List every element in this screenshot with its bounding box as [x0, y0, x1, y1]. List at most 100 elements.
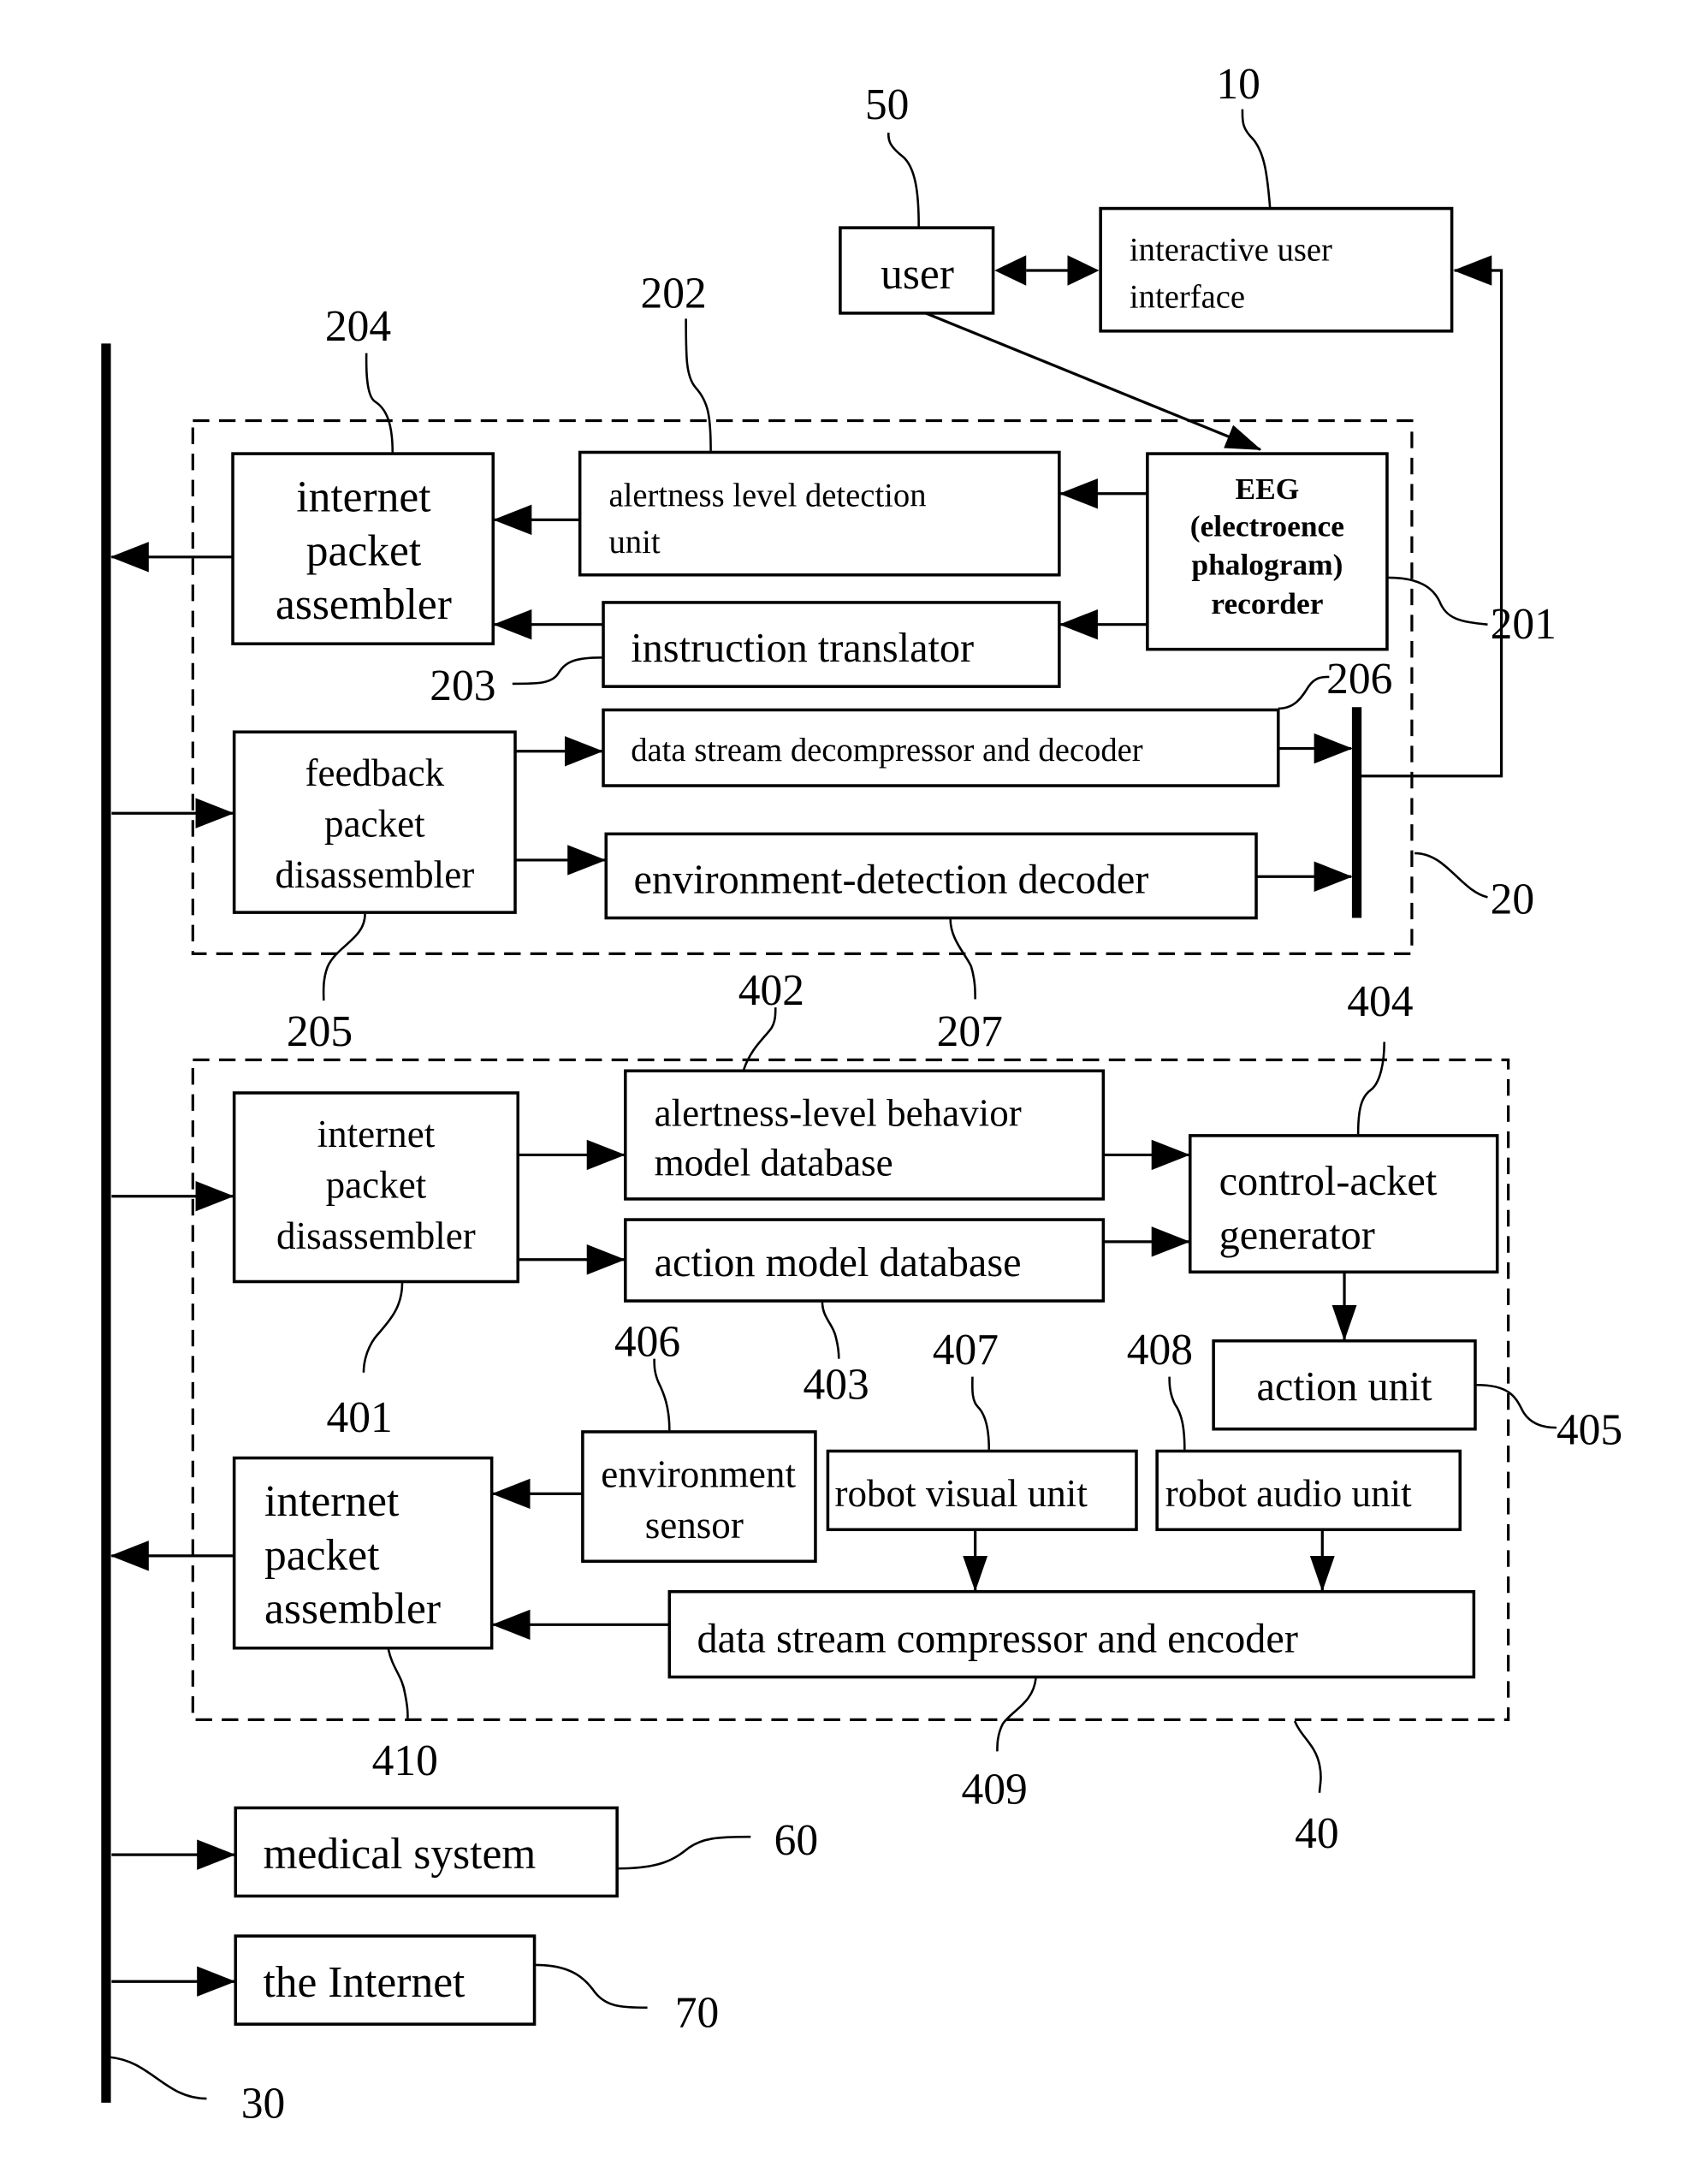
leader-201: [1388, 576, 1488, 626]
environment-detection-decoder-207: environment-detection decoder: [604, 832, 1258, 920]
environment-sensor-406: environment sensor: [581, 1430, 817, 1564]
ref-10: 10: [1216, 60, 1260, 109]
leader-20: [1414, 852, 1488, 899]
leader-205: [322, 913, 366, 1001]
behavior-db-line-1: alertness-level behavior: [655, 1092, 1022, 1135]
control-line-2: generator: [1219, 1213, 1375, 1258]
ref-206: 206: [1326, 655, 1392, 704]
compressor-label: data stream compressor and encoder: [697, 1617, 1297, 1662]
interactive-ui-line-2: interface: [1130, 279, 1245, 315]
internet-packet-assembler-410: internet packet assembler: [232, 1456, 494, 1650]
ref-202: 202: [640, 269, 706, 318]
feedback-line-3: disassembler: [275, 853, 474, 896]
eeg-recorder-201: EEG (electroence phalogram) recorder: [1146, 452, 1389, 651]
ref-409: 409: [962, 1766, 1028, 1814]
internet-packet-assembler-204: internet packet assembler: [231, 452, 495, 646]
eeg-line-4: recorder: [1211, 586, 1323, 620]
ref-20: 20: [1491, 876, 1535, 924]
visual-label: robot visual unit: [834, 1472, 1088, 1515]
assembler-410-line-2: packet: [264, 1531, 379, 1580]
robot-audio-unit-408: robot audio unit: [1155, 1449, 1462, 1532]
ref-203: 203: [430, 662, 495, 710]
env-sensor-line-1: environment: [601, 1452, 796, 1495]
disassembler-line-3: disassembler: [276, 1214, 476, 1257]
assembler-204-line-3: assembler: [276, 580, 452, 629]
leader-401: [362, 1283, 404, 1373]
ref-406: 406: [614, 1317, 680, 1366]
leader-405: [1476, 1383, 1557, 1429]
leader-408: [1168, 1376, 1186, 1450]
disassembler-line-1: internet: [317, 1113, 436, 1155]
leader-404: [1356, 1042, 1386, 1135]
ref-207: 207: [937, 1007, 1003, 1056]
data-stream-decompressor-206: data stream decompressor and decoder: [602, 708, 1280, 787]
user-label: user: [881, 250, 954, 299]
decompressor-label: data stream decompressor and decoder: [631, 733, 1143, 769]
alertness-line-1: alertness level detection: [608, 478, 926, 514]
leader-204: [365, 353, 394, 453]
assembler-204-line-1: internet: [296, 473, 430, 522]
assembler-204-line-2: packet: [306, 526, 421, 575]
medical-label: medical system: [263, 1830, 536, 1879]
translator-label: instruction translator: [631, 626, 974, 671]
user-block: user: [839, 226, 995, 315]
arrow-to-user: [994, 255, 1027, 286]
env-sensor-line-2: sensor: [645, 1504, 744, 1547]
leader-202: [685, 318, 712, 451]
assembler-410-line-3: assembler: [264, 1585, 441, 1634]
arrow-to-ui: [1067, 255, 1100, 286]
leader-30: [110, 2056, 207, 2100]
control-acket-generator-404: control-acket generator: [1188, 1134, 1499, 1274]
ref-408: 408: [1127, 1326, 1193, 1374]
internet-label: the Internet: [263, 1958, 465, 2007]
leader-406: [653, 1358, 671, 1431]
feedback-line-1: feedback: [305, 751, 445, 794]
leader-206: [1278, 675, 1330, 710]
behavior-db-line-2: model database: [655, 1142, 893, 1184]
block-diagram: 30 user 50 interactive user interface 10…: [101, 60, 1622, 2128]
ref-401: 401: [326, 1393, 392, 1442]
ref-40: 40: [1295, 1809, 1338, 1858]
leader-40: [1293, 1720, 1322, 1793]
disassembler-line-2: packet: [326, 1163, 427, 1206]
ref-60: 60: [774, 1816, 818, 1865]
data-stream-compressor-409: data stream compressor and encoder: [667, 1589, 1476, 1679]
assembler-410-line-1: internet: [264, 1477, 399, 1526]
alertness-level-behavior-model-database-402: alertness-level behavior model database: [624, 1069, 1106, 1201]
action-unit-label: action unit: [1256, 1364, 1432, 1410]
control-line-1: control-acket: [1219, 1159, 1438, 1204]
ref-407: 407: [933, 1326, 999, 1374]
ref-402: 402: [738, 966, 804, 1015]
ref-405: 405: [1557, 1405, 1622, 1454]
leader-50: [887, 133, 920, 227]
envdecoder-label: environment-detection decoder: [633, 858, 1148, 903]
action-model-database-403: action model database: [624, 1218, 1106, 1303]
alertness-line-2: unit: [608, 525, 660, 561]
interactive-ui-line-1: interactive user: [1130, 233, 1332, 269]
leader-203: [512, 656, 602, 686]
ref-410: 410: [372, 1737, 438, 1785]
leader-70: [536, 1963, 648, 2010]
medical-system-block-60: medical system: [234, 1806, 619, 1898]
leader-410: [387, 1649, 409, 1719]
action-unit-405: action unit: [1212, 1339, 1477, 1431]
ref-403: 403: [803, 1360, 869, 1409]
leader-60: [618, 1835, 751, 1870]
instruction-translator-203: instruction translator: [602, 601, 1061, 688]
ref-404: 404: [1347, 977, 1413, 1026]
interactive-user-interface-block: interactive user interface: [1099, 206, 1454, 333]
internet-block-70: the Internet: [234, 1934, 537, 2026]
user-to-eeg-arrow: [925, 312, 1262, 451]
leader-403: [821, 1302, 840, 1359]
ref-30: 30: [241, 2080, 286, 2128]
eeg-line-3: phalogram): [1191, 548, 1343, 582]
internet-packet-disassembler-401: internet packet disassembler: [232, 1091, 520, 1284]
ref-205: 205: [287, 1007, 353, 1056]
leader-10: [1241, 109, 1272, 208]
eeg-line-1: EEG: [1236, 472, 1300, 506]
robot-visual-unit-407: robot visual unit: [826, 1449, 1138, 1532]
leader-409: [996, 1677, 1037, 1752]
eeg-line-2: (electroence: [1190, 509, 1344, 543]
alertness-level-detection-unit-202: alertness level detection unit: [578, 450, 1061, 577]
leader-407: [971, 1376, 991, 1450]
